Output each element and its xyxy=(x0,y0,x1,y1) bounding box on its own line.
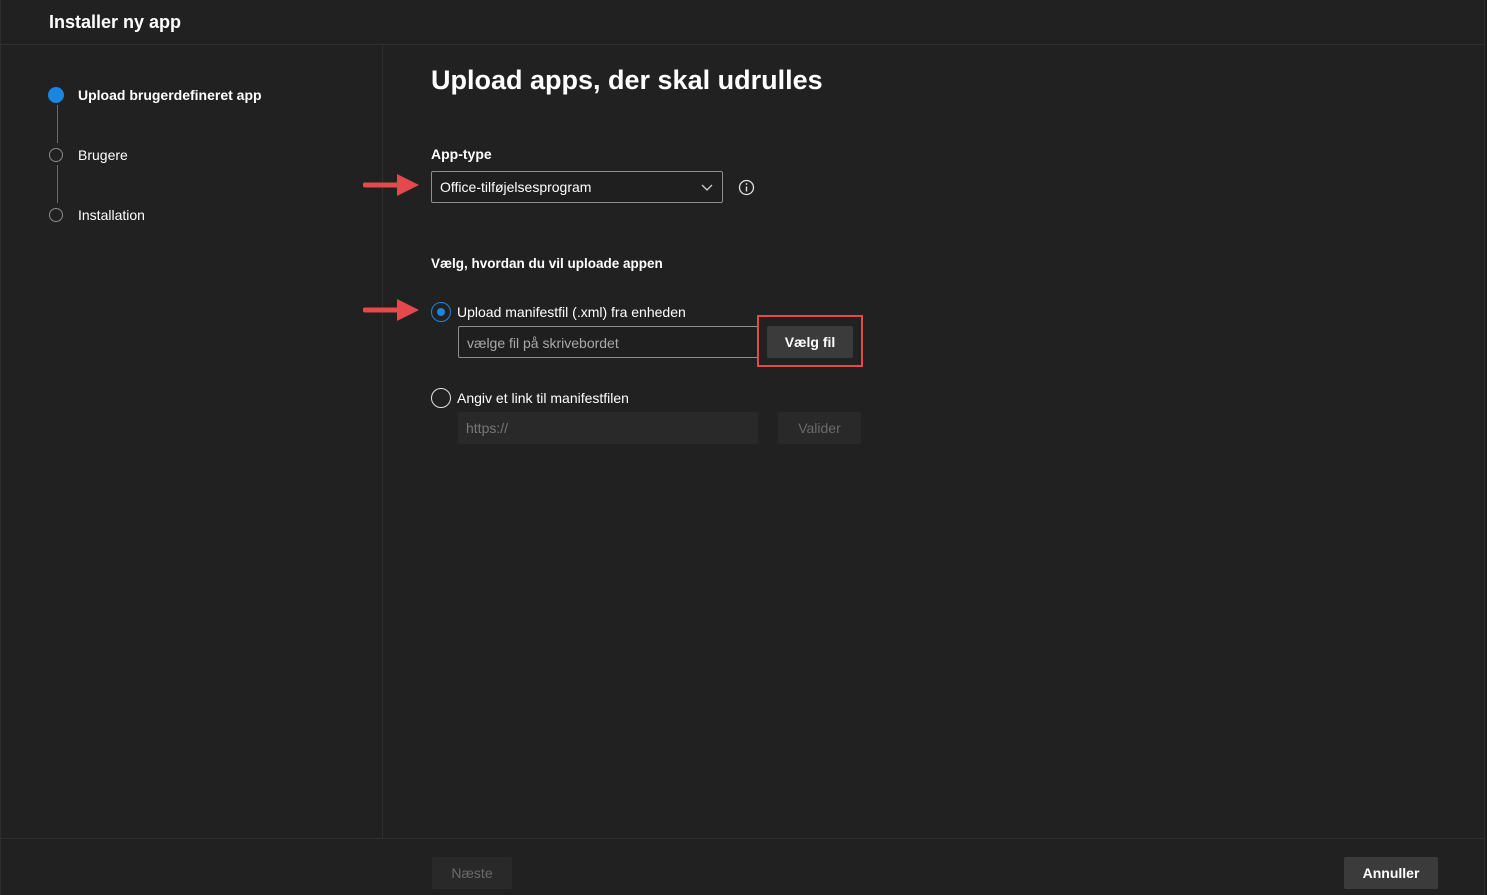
manifest-url-input[interactable]: https:// xyxy=(458,412,758,444)
annotation-arrow-icon xyxy=(363,174,419,196)
step-connector xyxy=(57,165,58,203)
annotation-highlight-box xyxy=(757,315,863,367)
radio-button[interactable] xyxy=(431,388,451,408)
step-indicator-icon xyxy=(49,208,63,222)
step-active-indicator-icon xyxy=(48,87,64,103)
file-input-placeholder: vælge fil på skrivebordet xyxy=(467,335,619,351)
upload-method-label: Vælg, hvordan du vil uploade appen xyxy=(431,256,663,271)
radio-label: Angiv et link til manifestfilen xyxy=(457,390,629,406)
info-icon[interactable] xyxy=(738,179,755,196)
app-type-selected-value: Office-tilføjelsesprogram xyxy=(440,179,592,195)
app-type-label: App-type xyxy=(431,146,492,162)
annotation-arrow-icon xyxy=(363,299,419,321)
manifest-file-input[interactable]: vælge fil på skrivebordet xyxy=(458,326,758,358)
chevron-down-icon xyxy=(701,184,713,191)
step-label: Installation xyxy=(78,207,145,223)
install-app-dialog: Installer ny app Upload brugerdefineret … xyxy=(0,0,1485,895)
page-title: Upload apps, der skal udrulles xyxy=(431,65,823,95)
validate-button[interactable]: Valider xyxy=(778,412,861,444)
step-label: Brugere xyxy=(78,147,128,163)
footer-divider xyxy=(1,838,1484,839)
step-connector xyxy=(57,105,58,143)
radio-selected-dot xyxy=(437,308,445,316)
radio-button[interactable] xyxy=(431,302,451,322)
cancel-button[interactable]: Annuller xyxy=(1344,857,1438,889)
radio-label: Upload manifestfil (.xml) fra enheden xyxy=(457,304,686,320)
wizard-steps-panel xyxy=(1,45,383,838)
app-type-dropdown[interactable]: Office-tilføjelsesprogram xyxy=(431,171,723,203)
dialog-title: Installer ny app xyxy=(49,12,182,32)
next-button[interactable]: Næste xyxy=(432,857,512,889)
step-label: Upload brugerdefineret app xyxy=(78,87,262,103)
main-content: Upload apps, der skal udrulles App-type … xyxy=(363,45,1486,838)
step-indicator-icon xyxy=(49,148,63,162)
dialog-header: Installer ny app xyxy=(1,0,1484,45)
url-input-placeholder: https:// xyxy=(466,420,509,436)
